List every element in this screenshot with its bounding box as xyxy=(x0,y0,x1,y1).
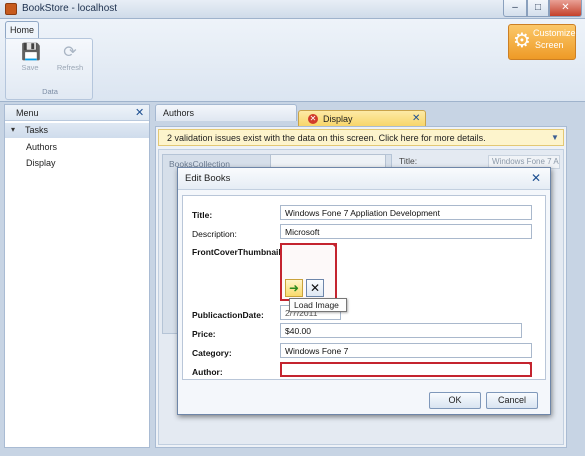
clear-image-button[interactable]: ✕ xyxy=(306,279,324,297)
menu-title: Menu xyxy=(16,108,39,118)
category-label: Category: xyxy=(192,348,232,358)
refresh-icon: ⟳ xyxy=(63,44,77,61)
save-button[interactable]: 💾 Save xyxy=(12,42,48,82)
customize-label: Customize xyxy=(533,28,576,38)
close-window-button[interactable]: ✕ xyxy=(549,0,582,17)
app-icon xyxy=(5,3,17,15)
close-menu-icon[interactable]: ✕ xyxy=(135,106,144,119)
menu-group-label: Tasks xyxy=(25,125,49,135)
customize-screen-button[interactable]: ⚙ Customize Screen xyxy=(508,24,576,60)
title-label: Title: xyxy=(192,210,213,220)
expand-arrow-icon[interactable]: ▼ xyxy=(551,133,559,142)
load-image-tooltip: Load Image xyxy=(289,298,347,312)
maximize-button[interactable]: □ xyxy=(527,0,549,17)
author-label: Author: xyxy=(192,367,223,377)
gear-icon: ⚙ xyxy=(513,30,531,52)
dialog-title: Edit Books xyxy=(185,173,231,184)
chevron-down-icon: ▾ xyxy=(11,125,16,134)
tab-display[interactable]: ✕ Display ✕ xyxy=(298,110,426,127)
description-input[interactable]: Microsoft xyxy=(280,224,532,239)
load-image-button[interactable]: ➜ xyxy=(285,279,303,297)
tab-display-label: Display xyxy=(323,114,353,124)
navigation-menu: Menu ✕ ▾ Tasks Authors Display xyxy=(4,104,150,448)
tab-authors[interactable]: Authors xyxy=(155,104,297,121)
menu-item-display[interactable]: Display xyxy=(26,158,56,168)
save-label: Save xyxy=(21,63,39,72)
refresh-button[interactable]: ⟳ Refresh xyxy=(52,42,88,82)
dialog-header: Edit Books ✕ xyxy=(178,168,550,190)
validation-error-marker xyxy=(331,243,337,249)
ribbon-group-label: Data xyxy=(42,87,58,96)
window-titlebar[interactable]: BookStore - localhost – □ ✕ xyxy=(0,0,585,19)
menu-group-tasks[interactable]: ▾ Tasks xyxy=(5,123,149,138)
close-tab-icon[interactable]: ✕ xyxy=(412,113,420,124)
close-dialog-icon[interactable]: ✕ xyxy=(531,171,541,185)
description-label: Description: xyxy=(192,229,237,239)
menu-header: Menu ✕ xyxy=(5,105,149,121)
price-label: Price: xyxy=(192,329,216,339)
window-title: BookStore - localhost xyxy=(22,3,118,14)
front-cover-label: FrontCoverThumbnail: xyxy=(192,247,284,257)
cancel-button[interactable]: Cancel xyxy=(486,392,538,409)
validation-summary-bar[interactable]: 2 validation issues exist with the data … xyxy=(158,129,564,146)
refresh-label: Refresh xyxy=(56,63,84,72)
screen-label: Screen xyxy=(535,40,564,50)
save-icon: 💾 xyxy=(21,44,41,61)
publication-date-label: PublicactionDate: xyxy=(192,310,264,320)
ribbon-group-data: 💾 Save ⟳ Refresh Data xyxy=(5,38,93,100)
validation-message: 2 validation issues exist with the data … xyxy=(167,133,486,143)
validation-error-marker xyxy=(527,364,530,367)
price-input[interactable]: $40.00 xyxy=(280,323,522,338)
menu-item-authors[interactable]: Authors xyxy=(26,142,57,152)
error-icon: ✕ xyxy=(308,114,318,124)
tab-authors-label: Authors xyxy=(163,108,195,118)
edit-books-form: Title: Windows Fone 7 Appliation Develop… xyxy=(182,195,546,380)
category-input[interactable]: Windows Fone 7 xyxy=(280,343,532,358)
ribbon: Home 💾 Save ⟳ Refresh Data ⚙ Customize S… xyxy=(0,19,585,102)
front-cover-image-editor[interactable]: ➜ ✕ xyxy=(280,243,337,301)
title-input[interactable]: Windows Fone 7 Appliation Development xyxy=(280,205,532,220)
edit-books-dialog: Edit Books ✕ Title: Windows Fone 7 Appli… xyxy=(177,167,551,415)
details-title-label: Title: xyxy=(399,156,418,166)
author-picker[interactable] xyxy=(280,362,532,377)
ok-button[interactable]: OK xyxy=(429,392,481,409)
ribbon-tab-home[interactable]: Home xyxy=(5,21,39,38)
minimize-button[interactable]: – xyxy=(503,0,527,17)
